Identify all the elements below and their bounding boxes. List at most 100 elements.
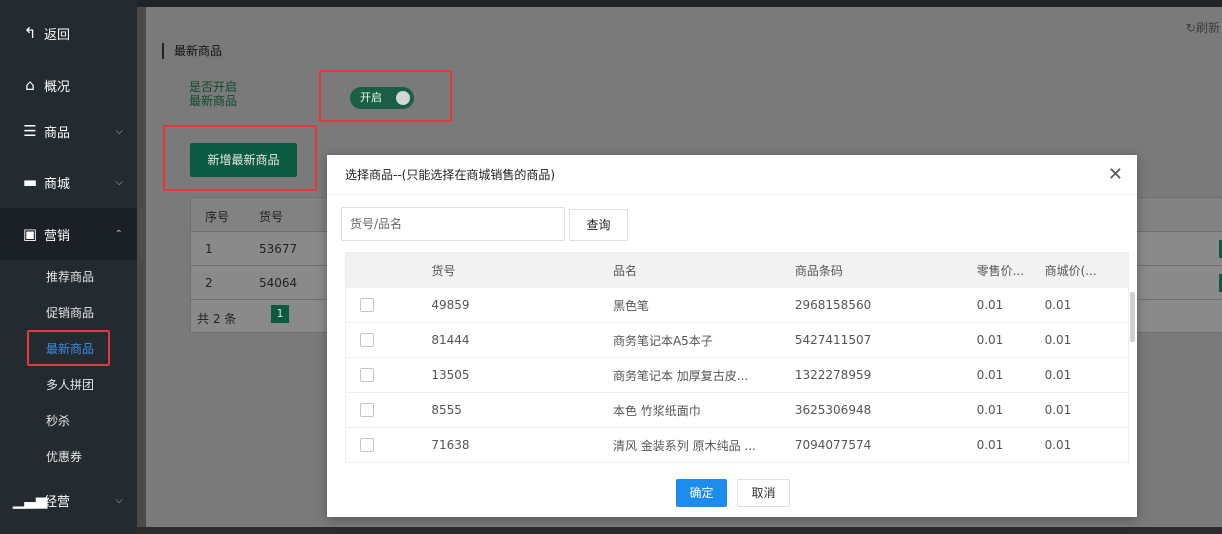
cell-name: 清风 金装系列 原木纯品 ... <box>598 427 781 463</box>
chevron-up-icon: ⌃ <box>114 228 123 240</box>
cell-mall: 0.01 <box>1030 287 1129 323</box>
cell-barcode: 7094077574 <box>780 427 963 463</box>
cell-mall: 0.01 <box>1030 427 1129 463</box>
refresh-button[interactable]: ↻刷新 <box>1186 19 1220 36</box>
cell-code: 8555 <box>417 392 599 428</box>
table-row[interactable]: 49859 黑色笔 2968158560 0.01 0.01 <box>345 287 1129 323</box>
gift-icon: ▣ <box>22 225 38 243</box>
sidebar-item-goods[interactable]: ☰ 商品 ⌵ <box>0 105 137 157</box>
header-barcode: 商品条码 <box>780 252 963 288</box>
scrollbar[interactable] <box>1130 292 1135 342</box>
sidebar-item-mall[interactable]: ▬ 商城 ⌵ <box>0 156 137 208</box>
header-select <box>345 252 418 288</box>
header-code: 货号 <box>259 210 284 224</box>
chevron-down-icon: ⌵ <box>115 494 123 506</box>
table-header-row: 货号 品名 商品条码 零售价... 商城价(... <box>345 252 1129 288</box>
bottom-bar <box>137 527 1222 534</box>
sidebar-item-label: 营销 <box>44 228 71 244</box>
confirm-button[interactable]: 确定 <box>676 479 727 507</box>
toggle-state-label: 开启 <box>360 91 382 104</box>
cell-retail: 0.01 <box>962 427 1031 463</box>
cancel-button[interactable]: 取消 <box>737 479 790 507</box>
sidebar-item-overview[interactable]: ⌂ 概况 <box>0 59 137 111</box>
pagination-page-1[interactable]: 1 <box>271 305 289 323</box>
sidebar-item-label: 商品 <box>44 125 71 141</box>
sidebar-item-marketing[interactable]: ▣ 营销 ⌃ <box>0 208 137 260</box>
sidebar-item-label: 经营 <box>44 494 71 510</box>
top-bar <box>137 0 1222 7</box>
add-newest-product-button[interactable]: 新增最新商品 <box>190 143 297 177</box>
header-retail-price: 零售价... <box>962 252 1031 288</box>
cell-name: 商务笔记本A5本子 <box>598 322 781 358</box>
table-row[interactable]: 71638 清风 金装系列 原木纯品 ... 7094077574 0.01 0… <box>345 427 1129 463</box>
header-name: 品名 <box>598 252 781 288</box>
select-product-dialog: 选择商品--(只能选择在商城销售的商品) ✕ 查询 货号 品名 商品条码 零售价… <box>327 155 1137 517</box>
product-table: 货号 品名 商品条码 零售价... 商城价(... 49859 黑色笔 2968… <box>345 252 1129 463</box>
cell-barcode: 5427411507 <box>780 322 963 358</box>
back-label: 返回 <box>44 27 71 43</box>
sidebar-sub-coupon[interactable]: 优惠券 <box>0 438 137 474</box>
toggle-label: 是否开启 最新商品 <box>189 80 237 108</box>
cell-barcode: 2968158560 <box>780 287 963 323</box>
row-checkbox[interactable] <box>360 298 374 313</box>
row-code: 54064 <box>259 276 298 290</box>
header-index: 序号 <box>205 210 230 224</box>
chevron-down-icon: ⌵ <box>115 176 123 188</box>
toggle-knob <box>396 91 410 105</box>
search-input[interactable] <box>341 207 565 241</box>
close-icon[interactable]: ✕ <box>1108 165 1123 185</box>
back-button[interactable]: ↰ 返回 <box>0 7 137 59</box>
row-checkbox[interactable] <box>360 368 374 383</box>
enable-toggle[interactable]: 开启 <box>350 87 414 109</box>
refresh-label: 刷新 <box>1195 21 1220 35</box>
back-arrow-icon: ↰ <box>23 24 37 42</box>
table-row[interactable]: 8555 本色 竹浆纸面巾 3625306948 0.01 0.01 <box>345 392 1129 428</box>
cell-retail: 0.01 <box>962 392 1031 428</box>
header-mall-price: 商城价(... <box>1030 252 1129 288</box>
sidebar-item-operations[interactable]: ▁▃▅ 经营 ⌵ <box>0 474 137 526</box>
chart-icon: ▁▃▅ <box>12 491 48 509</box>
cell-code: 81444 <box>417 322 599 358</box>
toggle-label-line1: 是否开启 <box>189 80 238 94</box>
cell-code: 49859 <box>417 287 599 323</box>
row-checkbox[interactable] <box>360 333 374 348</box>
select-cell <box>345 392 418 428</box>
table-row[interactable]: 81444 商务笔记本A5本子 5427411507 0.01 0.01 <box>345 322 1129 358</box>
cell-mall: 0.01 <box>1030 357 1129 393</box>
cell-retail: 0.01 <box>962 287 1031 323</box>
row-checkbox[interactable] <box>360 403 374 418</box>
cell-retail: 0.01 <box>962 357 1031 393</box>
sidebar: ↰ 返回 ⌂ 概况 ☰ 商品 ⌵ ▬ 商城 ⌵ ▣ 营销 ⌃ 推荐商品 促销商品… <box>0 0 137 534</box>
list-icon: ☰ <box>23 122 37 140</box>
table-row[interactable]: 13505 商务笔记本 加厚复古皮... 1322278959 0.01 0.0… <box>345 357 1129 393</box>
sidebar-sub-promotion[interactable]: 促销商品 <box>0 294 137 330</box>
pagination-total: 共 2 条 <box>197 312 237 326</box>
sidebar-sub-flash-sale[interactable]: 秒杀 <box>0 402 137 438</box>
cell-barcode: 3625306948 <box>780 392 963 428</box>
sidebar-sub-recommended[interactable]: 推荐商品 <box>0 258 137 294</box>
chevron-down-icon: ⌵ <box>115 125 123 137</box>
header-code: 货号 <box>417 252 599 288</box>
select-cell <box>345 357 418 393</box>
select-cell <box>345 427 418 463</box>
sidebar-item-label: 概况 <box>44 79 71 95</box>
cell-name: 本色 竹浆纸面巾 <box>598 392 781 428</box>
query-button[interactable]: 查询 <box>569 209 628 241</box>
cell-retail: 0.01 <box>962 322 1031 358</box>
row-code: 53677 <box>259 242 298 256</box>
dialog-title: 选择商品--(只能选择在商城销售的商品) <box>327 155 1137 195</box>
row-index: 2 <box>205 276 213 290</box>
cell-name: 商务笔记本 加厚复古皮... <box>598 357 781 393</box>
select-cell <box>345 287 418 323</box>
cell-mall: 0.01 <box>1030 392 1129 428</box>
sidebar-sub-group-buy[interactable]: 多人拼团 <box>0 366 137 402</box>
cell-name: 黑色笔 <box>598 287 781 323</box>
sidebar-item-label: 商城 <box>44 176 71 192</box>
refresh-icon: ↻ <box>1185 21 1196 35</box>
select-cell <box>345 322 418 358</box>
toggle-label-line2: 最新商品 <box>189 94 238 108</box>
row-checkbox[interactable] <box>360 438 374 453</box>
section-title: 最新商品 <box>162 43 222 59</box>
shop-icon: ▬ <box>22 173 38 191</box>
cell-barcode: 1322278959 <box>780 357 963 393</box>
